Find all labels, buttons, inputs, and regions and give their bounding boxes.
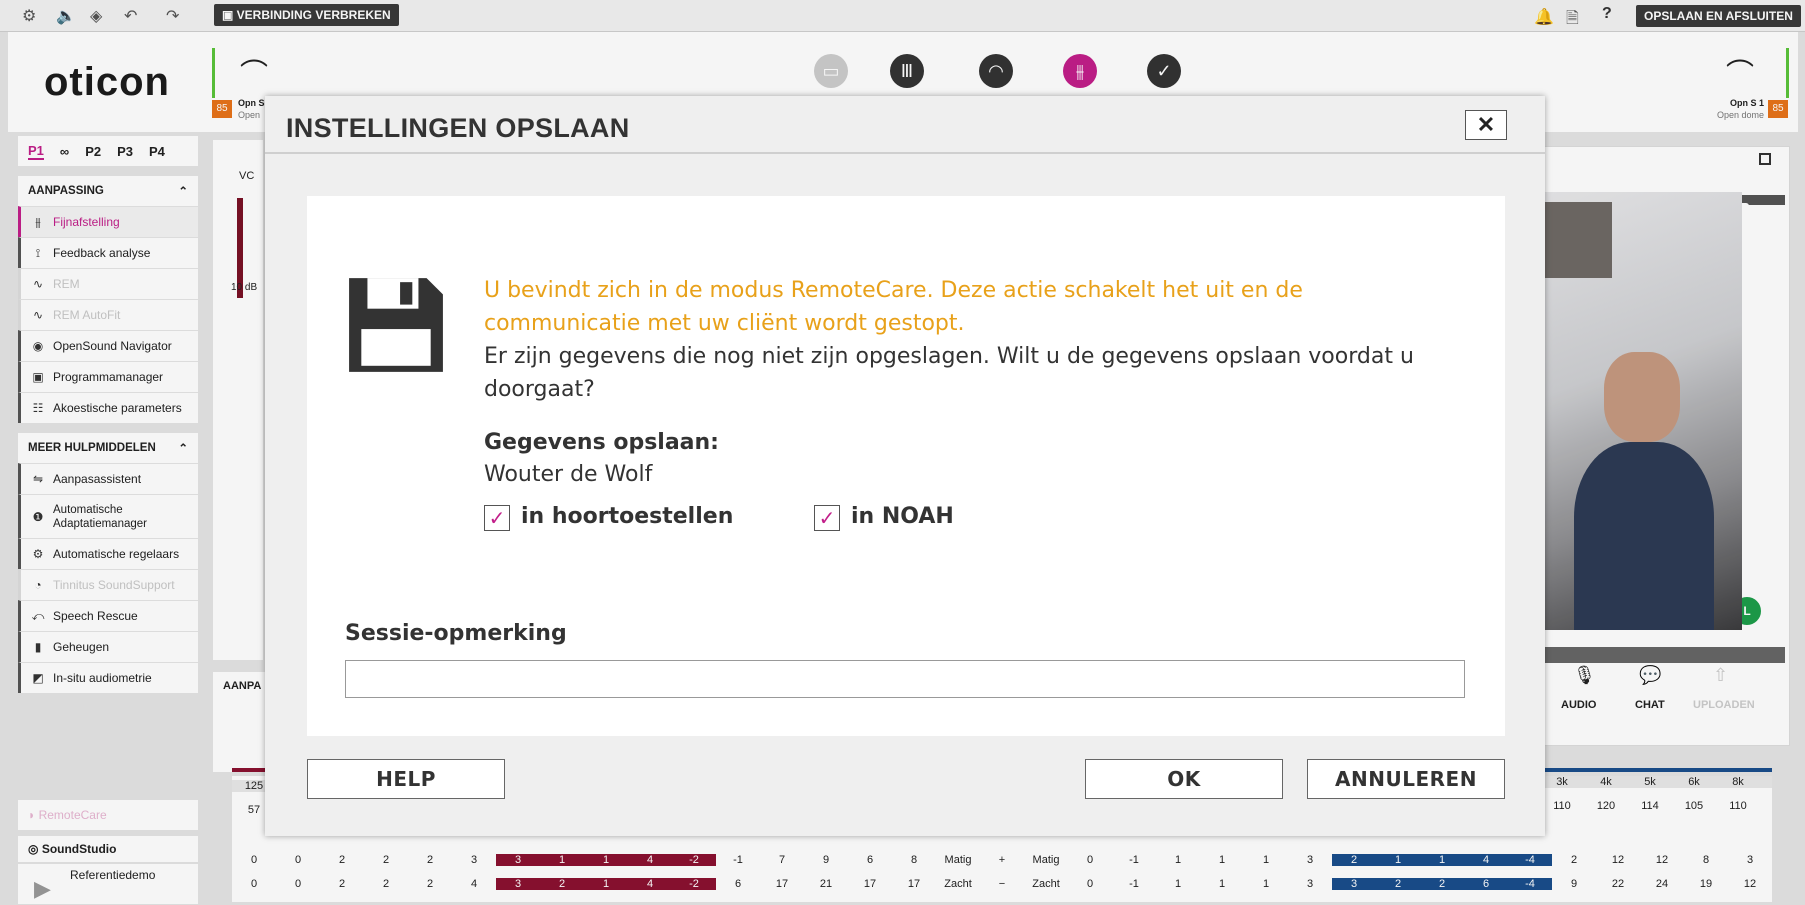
session-note-input[interactable] [345, 660, 1465, 698]
session-note-label: Sessie-opmerking [345, 621, 567, 646]
checkbox-noah[interactable]: ✓ [814, 505, 840, 531]
checkbox-hearing-aids-label[interactable]: in hoortoestellen [521, 504, 733, 529]
checkbox-noah-label[interactable]: in NOAH [851, 504, 954, 529]
remotecare-warning: U bevindt zich in de modus RemoteCare. D… [484, 278, 1303, 336]
unsaved-info: Er zijn gegevens die nog niet zijn opges… [484, 344, 1414, 402]
checkbox-hearing-aids[interactable]: ✓ [484, 505, 510, 531]
save-data-label: Gegevens opslaan: [484, 430, 719, 455]
help-button[interactable]: HELP [307, 759, 505, 799]
cancel-button[interactable]: ANNULEREN [1307, 759, 1505, 799]
client-name: Wouter de Wolf [484, 462, 653, 487]
ok-button[interactable]: OK [1085, 759, 1283, 799]
dialog-title: INSTELLINGEN OPSLAAN [286, 113, 630, 143]
save-settings-dialog: INSTELLINGEN OPSLAAN ✕ U bevindt zich in… [265, 96, 1545, 836]
dialog-content: U bevindt zich in de modus RemoteCare. D… [307, 196, 1505, 736]
dialog-separator [265, 152, 1545, 154]
floppy-disk-icon [349, 278, 443, 372]
close-button[interactable]: ✕ [1465, 110, 1507, 140]
